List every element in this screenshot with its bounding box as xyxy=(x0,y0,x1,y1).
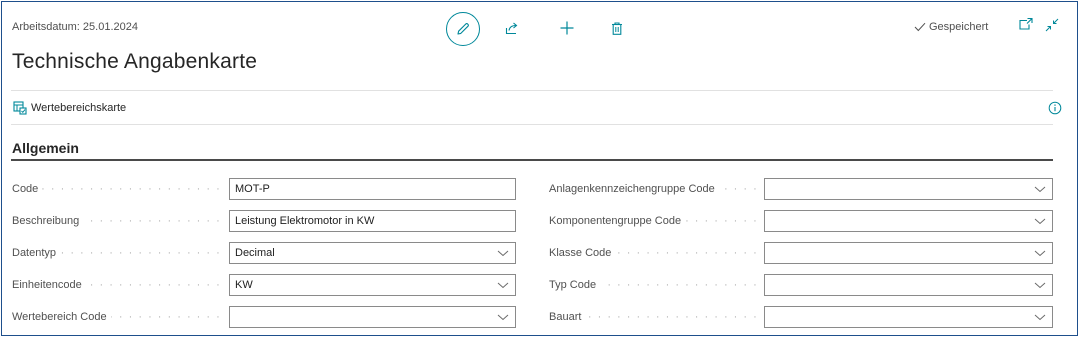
field-component-group-code: · · · · · · · · · · · · · · · · · · · · … xyxy=(549,210,1053,232)
type-code-select[interactable] xyxy=(764,274,1053,296)
component-group-code-select[interactable] xyxy=(764,210,1053,232)
popout-icon xyxy=(1019,17,1033,30)
field-label: Datentyp xyxy=(12,247,61,259)
page-title: Technische Angabenkarte xyxy=(12,50,258,73)
asset-group-code-select[interactable] xyxy=(764,178,1053,200)
action-bar: Wertebereichskarte xyxy=(2,94,1077,124)
work-date: Arbeitsdatum: 25.01.2024 xyxy=(12,21,138,33)
description-input[interactable]: Leistung Elektromotor in KW xyxy=(229,210,516,232)
field-label: Bauart xyxy=(549,311,586,323)
range-card-label: Wertebereichskarte xyxy=(31,102,127,114)
field-label: Code xyxy=(12,183,43,195)
chevron-down-icon xyxy=(1034,250,1046,257)
new-button[interactable] xyxy=(557,18,577,38)
range-code-select[interactable] xyxy=(229,306,516,328)
field-description: · · · · · · · · · · · · · · · · · · · · … xyxy=(12,210,516,232)
field-range-code: · · · · · · · · · · · · · · · · · · · · … xyxy=(12,306,516,328)
field-asset-group-code: · · · · · · · · · · · · · · · · · · · · … xyxy=(549,178,1053,200)
edit-button[interactable] xyxy=(446,12,480,46)
chevron-down-icon xyxy=(1034,282,1046,289)
open-new-window-button[interactable] xyxy=(1018,17,1036,35)
page-header: Arbeitsdatum: 25.01.2024 Technische Anga… xyxy=(2,2,1077,90)
share-icon xyxy=(505,22,518,35)
chevron-down-icon xyxy=(497,314,509,321)
field-code: · · · · · · · · · · · · · · · · · · · · … xyxy=(12,178,516,200)
info-button[interactable] xyxy=(1048,101,1062,115)
chevron-down-icon xyxy=(1034,314,1046,321)
field-unit-code: · · · · · · · · · · · · · · · · · · · · … xyxy=(12,274,516,296)
collapse-icon xyxy=(1045,18,1059,32)
collapse-button[interactable] xyxy=(1044,17,1062,35)
field-label: Klasse Code xyxy=(549,247,616,259)
select-value: KW xyxy=(235,279,253,291)
field-data-type: · · · · · · · · · · · · · · · · · · · · … xyxy=(12,242,516,264)
checkmark-icon xyxy=(914,22,926,32)
select-value: Decimal xyxy=(235,247,275,259)
header-divider xyxy=(11,90,1053,91)
section-rule xyxy=(11,159,1053,161)
field-class-code: · · · · · · · · · · · · · · · · · · · · … xyxy=(549,242,1053,264)
add-icon xyxy=(560,21,574,35)
delete-icon xyxy=(612,21,622,35)
field-label: Beschreibung xyxy=(12,215,84,227)
field-design: · · · · · · · · · · · · · · · · · · · · … xyxy=(549,306,1053,328)
field-type-code: · · · · · · · · · · · · · · · · · · · · … xyxy=(549,274,1053,296)
data-type-select[interactable]: Decimal xyxy=(229,242,516,264)
share-button[interactable] xyxy=(502,18,522,38)
code-input[interactable]: MOT-P xyxy=(229,178,516,200)
unit-code-select[interactable]: KW xyxy=(229,274,516,296)
section-title: Allgemein xyxy=(12,140,79,156)
chevron-down-icon xyxy=(1034,186,1046,193)
delete-button[interactable] xyxy=(607,18,627,38)
chevron-down-icon xyxy=(497,282,509,289)
saved-status: Gespeichert xyxy=(914,21,988,33)
field-label: Komponentengruppe Code xyxy=(549,215,686,227)
range-card-icon xyxy=(13,101,27,115)
chevron-down-icon xyxy=(1034,218,1046,225)
field-label: Anlagenkennzeichengruppe Code xyxy=(549,183,719,195)
page-frame: Arbeitsdatum: 25.01.2024 Technische Anga… xyxy=(1,1,1078,336)
action-bar-divider xyxy=(11,124,1053,125)
field-label: Wertebereich Code xyxy=(12,311,111,323)
edit-icon xyxy=(457,23,469,35)
saved-label: Gespeichert xyxy=(929,21,989,33)
info-icon xyxy=(1048,101,1062,115)
field-label: Typ Code xyxy=(549,279,601,291)
chevron-down-icon xyxy=(497,250,509,257)
field-label: Einheitencode xyxy=(12,279,86,291)
design-select[interactable] xyxy=(764,306,1053,328)
range-card-button[interactable]: Wertebereichskarte xyxy=(13,101,126,115)
class-code-select[interactable] xyxy=(764,242,1053,264)
